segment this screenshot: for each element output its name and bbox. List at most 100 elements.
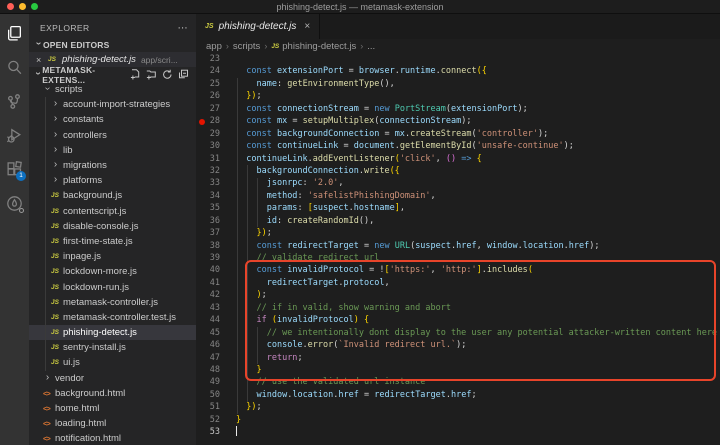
code-line[interactable]: 53 [196, 426, 720, 438]
code-line[interactable]: 35 params: [suspect.hostname], [196, 202, 720, 214]
breadcrumb-item[interactable]: app [206, 41, 222, 52]
code-line[interactable]: 48 } [196, 364, 720, 376]
line-number[interactable]: 47 [196, 352, 220, 364]
close-tab-icon[interactable]: × [304, 21, 310, 32]
code-line[interactable]: 23 [196, 53, 720, 65]
code-line[interactable]: 27 const connectionStream = new PortStre… [196, 103, 720, 115]
source-control-icon[interactable] [0, 84, 29, 118]
tree-item-account-import-strategies[interactable]: ›account-import-strategies [29, 97, 196, 112]
line-number[interactable]: 46 [196, 339, 220, 351]
line-number[interactable]: 34 [196, 190, 220, 202]
tree-item-contentscript.js[interactable]: JScontentscript.js [29, 204, 196, 219]
line-number[interactable]: 40 [196, 264, 220, 276]
tree-item-scripts[interactable]: ›scripts [29, 82, 196, 97]
line-number[interactable]: 37 [196, 227, 220, 239]
line-number[interactable]: 31 [196, 153, 220, 165]
tree-item-platforms[interactable]: ›platforms [29, 173, 196, 188]
line-number[interactable]: 48 [196, 364, 220, 376]
line-number[interactable]: 45 [196, 327, 220, 339]
breadcrumb-item[interactable]: phishing-detect.js [282, 41, 356, 52]
code-line[interactable]: 44 if (invalidProtocol) { [196, 314, 720, 326]
tree-item-home.html[interactable]: <>home.html [29, 401, 196, 416]
new-file-icon[interactable] [130, 69, 141, 80]
tree-item-lockdown-run.js[interactable]: JSlockdown-run.js [29, 279, 196, 294]
code-line[interactable]: 49 // use the validated url instance [196, 376, 720, 388]
audio-extension-icon[interactable] [0, 186, 29, 220]
tree-item-background.html[interactable]: <>background.html [29, 386, 196, 401]
line-number[interactable]: 24 [196, 65, 220, 77]
line-number[interactable]: 38 [196, 240, 220, 252]
code-line[interactable]: 31 continueLink.addEventListener('click'… [196, 153, 720, 165]
tree-item-lockdown-more.js[interactable]: JSlockdown-more.js [29, 264, 196, 279]
line-number[interactable]: 39 [196, 252, 220, 264]
code-line[interactable]: 45 // we intentionally dont display to t… [196, 327, 720, 339]
collapse-folders-icon[interactable] [178, 69, 189, 80]
code-line[interactable]: 46 console.error(`Invalid redirect url.`… [196, 339, 720, 351]
line-number[interactable]: 29 [196, 128, 220, 140]
code-line[interactable]: 38 const redirectTarget = new URL(suspec… [196, 240, 720, 252]
code-line[interactable]: 42 ); [196, 289, 720, 301]
line-number[interactable]: 25 [196, 78, 220, 90]
tree-item-vendor[interactable]: ›vendor [29, 371, 196, 386]
line-number[interactable]: 26 [196, 90, 220, 102]
tree-item-disable-console.js[interactable]: JSdisable-console.js [29, 219, 196, 234]
project-section-header[interactable]: › METAMASK-EXTENS... [29, 67, 196, 82]
tree-item-metamask-controller.test.js[interactable]: JSmetamask-controller.test.js [29, 310, 196, 325]
breadcrumb-item[interactable]: ... [367, 41, 375, 52]
more-actions-icon[interactable]: ⋯ [178, 23, 188, 34]
code-line[interactable]: 37 }); [196, 227, 720, 239]
tree-item-constants[interactable]: ›constants [29, 112, 196, 127]
code-line[interactable]: 47 return; [196, 352, 720, 364]
code-line[interactable]: 39 // validate redirect url [196, 252, 720, 264]
open-editors-header[interactable]: › OPEN EDITORS [29, 36, 196, 52]
tree-item-phishing-detect.js[interactable]: JSphishing-detect.js [29, 325, 196, 340]
tree-item-migrations[interactable]: ›migrations [29, 158, 196, 173]
tree-item-controllers[interactable]: ›controllers [29, 128, 196, 143]
line-number[interactable]: 42 [196, 289, 220, 301]
code-line[interactable]: 26 }); [196, 90, 720, 102]
line-number[interactable]: 49 [196, 376, 220, 388]
line-number[interactable]: 36 [196, 215, 220, 227]
line-number[interactable]: 51 [196, 401, 220, 413]
code-line[interactable]: 51 }); [196, 401, 720, 413]
code-line[interactable]: 32 backgroundConnection.write({ [196, 165, 720, 177]
line-number[interactable]: 35 [196, 202, 220, 214]
search-icon[interactable] [0, 50, 29, 84]
close-editor-icon[interactable]: × [36, 55, 48, 65]
tree-item-metamask-controller.js[interactable]: JSmetamask-controller.js [29, 295, 196, 310]
breadcrumb[interactable]: app›scripts›JSphishing-detect.js›... [196, 39, 720, 53]
tree-item-loading.html[interactable]: <>loading.html [29, 416, 196, 431]
code-line[interactable]: 52} [196, 414, 720, 426]
code-line[interactable]: 50 window.location.href = redirectTarget… [196, 389, 720, 401]
line-number[interactable]: 32 [196, 165, 220, 177]
code-editor[interactable]: 2324 const extensionPort = browser.runti… [196, 53, 720, 445]
tree-item-first-time-state.js[interactable]: JSfirst-time-state.js [29, 234, 196, 249]
extensions-icon[interactable]: 1 [0, 152, 29, 186]
tab-phishing-detect[interactable]: JS phishing-detect.js × [196, 14, 320, 39]
code-line[interactable]: 41 redirectTarget.protocol, [196, 277, 720, 289]
line-number[interactable]: 27 [196, 103, 220, 115]
code-line[interactable]: 43 // if in valid, show warning and abor… [196, 302, 720, 314]
tree-item-notification.html[interactable]: <>notification.html [29, 431, 196, 445]
code-line[interactable]: 28 const mx = setupMultiplex(connectionS… [196, 115, 720, 127]
tree-item-lib[interactable]: ›lib [29, 143, 196, 158]
breakpoint-icon[interactable] [199, 119, 205, 125]
line-number[interactable]: 43 [196, 302, 220, 314]
code-line[interactable]: 25 name: getEnvironmentType(), [196, 78, 720, 90]
run-and-debug-icon[interactable] [0, 118, 29, 152]
code-line[interactable]: 30 const continueLink = document.getElem… [196, 140, 720, 152]
line-number[interactable]: 33 [196, 177, 220, 189]
code-line[interactable]: 36 id: createRandomId(), [196, 215, 720, 227]
tree-item-ui.js[interactable]: JSui.js [29, 355, 196, 370]
tree-item-background.js[interactable]: JSbackground.js [29, 188, 196, 203]
line-number[interactable]: 44 [196, 314, 220, 326]
line-number[interactable]: 53 [196, 426, 220, 438]
code-line[interactable]: 29 const backgroundConnection = mx.creat… [196, 128, 720, 140]
line-number[interactable]: 23 [196, 53, 220, 65]
tree-item-inpage.js[interactable]: JSinpage.js [29, 249, 196, 264]
explorer-icon[interactable] [0, 16, 29, 50]
code-line[interactable]: 40 const invalidProtocol = !['https:', '… [196, 264, 720, 276]
breadcrumb-item[interactable]: scripts [233, 41, 260, 52]
tree-item-sentry-install.js[interactable]: JSsentry-install.js [29, 340, 196, 355]
new-folder-icon[interactable] [146, 69, 157, 80]
